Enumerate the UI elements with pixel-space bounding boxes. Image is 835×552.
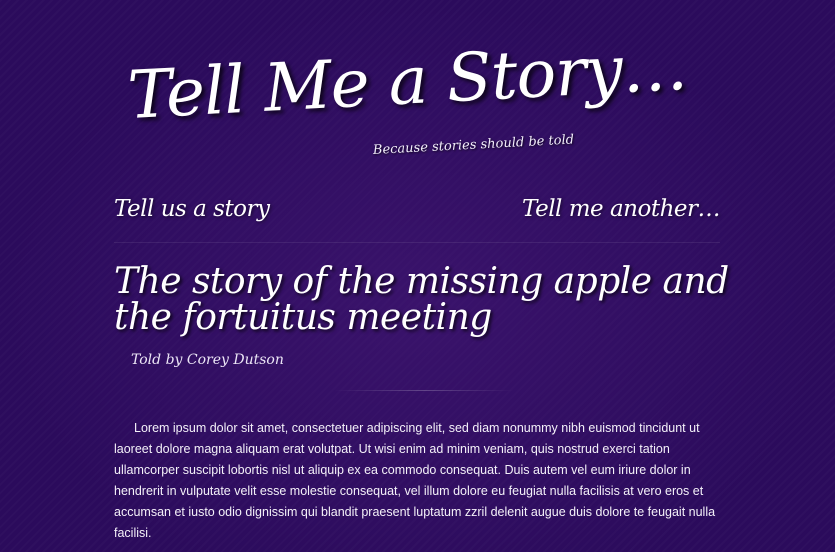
story-byline: Told by Corey Dutson (131, 352, 284, 368)
tell-me-another-link[interactable]: Tell me another… (522, 196, 720, 222)
masthead: Tell Me a Story… Because stories should … (0, 0, 835, 190)
story-body: Lorem ipsum dolor sit amet, consectetuer… (114, 421, 716, 540)
section-divider (334, 390, 514, 391)
story-title: The story of the missing apple and the f… (114, 261, 729, 338)
main-nav: Tell us a story Tell me another… (114, 196, 720, 243)
site-title[interactable]: Tell Me a Story… (126, 27, 689, 136)
story-header: The story of the missing apple and the f… (114, 264, 734, 391)
tell-us-a-story-link[interactable]: Tell us a story (114, 196, 270, 222)
site-tagline: Because stories should be told (372, 132, 575, 158)
